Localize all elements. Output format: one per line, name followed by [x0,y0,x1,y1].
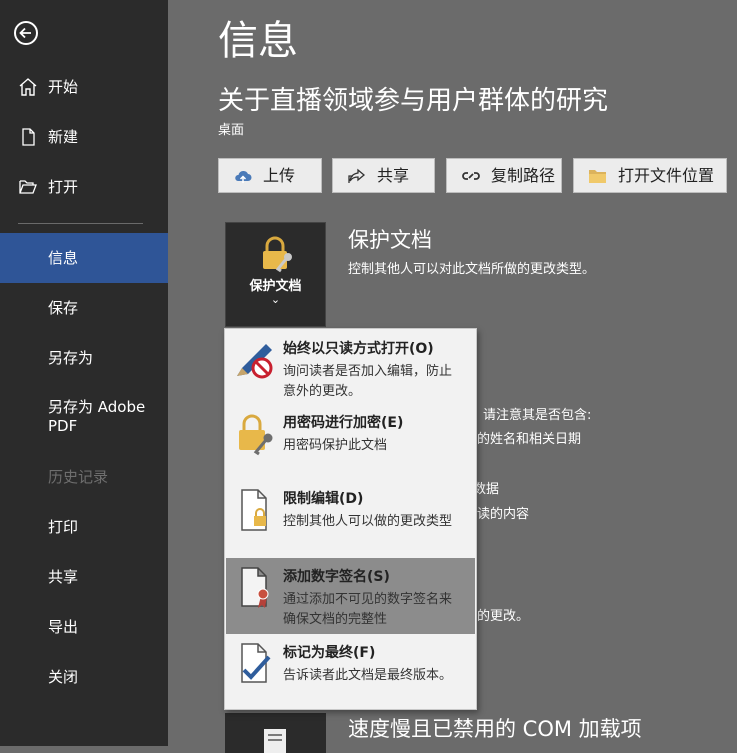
menu-item-desc: 告诉读者此文档是最终版本。 [283,668,453,683]
menu-item-always-open-read-only[interactable]: 始终以只读方式打开(O) 询问读者是否加入编辑，防止意外的更改。 [226,330,475,404]
document-ribbon-icon [241,567,269,608]
document-title: 关于直播领域参与用户群体的研究 [218,86,609,116]
document-check-icon [241,643,271,683]
nav-export-label: 导出 [48,618,79,636]
nav-open-label: 打开 [48,178,79,196]
com-addins-button[interactable] [225,713,326,753]
inspect-note: 请注意其是否包含: [483,408,592,423]
menu-item-desc: 控制其他人可以做的更改类型 [283,514,453,529]
upload-label: 上传 [263,166,296,185]
nav-history: 历史记录 [0,452,168,502]
nav-save-label: 保存 [48,299,79,317]
nav-open[interactable]: 打开 [0,162,168,212]
folder-icon [589,170,606,183]
nav-home-label: 开始 [48,78,79,96]
home-icon [19,78,37,96]
nav-save-as-pdf-label: 另存为 Adobe PDF [48,398,146,435]
menu-item-encrypt-with-password[interactable]: 用密码进行加密(E) 用密码保护此文档 [226,404,475,480]
back-button[interactable] [14,21,38,45]
menu-item-title: 标记为最终(F) [283,645,376,661]
share-button[interactable]: 共享 [332,158,435,193]
copy-path-button[interactable]: 复制路径 [446,158,562,193]
nav-save-as[interactable]: 另存为 [0,333,168,383]
pencil-no-icon [237,344,273,379]
menu-item-restrict-editing[interactable]: 限制编辑(D) 控制其他人可以做的更改类型 [226,480,475,558]
copy-path-label: 复制路径 [491,166,556,185]
folder-open-icon [19,180,37,194]
protect-section-desc: 控制其他人可以对此文档所做的更改类型。 [348,262,596,277]
back-arrow-icon [19,27,31,39]
backstage-sidebar: 开始 新建 打开 信息 保存 另存为 另存为 Adobe PDF 历史记录 打印… [0,0,168,746]
share-icon [348,168,366,183]
protect-document-label: 保护文档 [249,279,302,294]
open-file-location-label: 打开文件位置 [618,166,715,185]
menu-item-mark-as-final[interactable]: 标记为最终(F) 告诉读者此文档是最终版本。 [226,634,475,708]
menu-item-desc: 用密码保护此文档 [283,438,388,453]
nav-save[interactable]: 保存 [0,283,168,333]
nav-close-label: 关闭 [48,668,79,686]
com-addins-title: 速度慢且已禁用的 COM 加载项 [348,717,642,741]
cloud-upload-icon [235,170,252,183]
nav-save-as-pdf[interactable]: 另存为 Adobe PDF [0,391,160,443]
inspect-item-author: 者的姓名和相关日期 [464,432,582,447]
link-icon [462,172,480,180]
chevron-down-icon: ⌄ [270,293,281,306]
share-label: 共享 [377,166,410,185]
nav-share-label: 共享 [48,568,79,586]
nav-info-label: 信息 [48,249,79,267]
protect-document-menu: 始终以只读方式打开(O) 询问读者是否加入编辑，防止意外的更改。 用密码进行加密… [224,328,477,710]
nav-close[interactable]: 关闭 [0,652,168,702]
menu-item-add-digital-signature[interactable]: 添加数字签名(S) 通过添加不可见的数字签名来确保文档的完整性 [226,558,475,634]
page-title: 信息 [218,18,298,64]
menu-item-title: 用密码进行加密(E) [283,415,404,431]
nav-print-label: 打印 [48,518,79,536]
nav-info[interactable]: 信息 [0,233,168,283]
menu-item-desc: 询问读者是否加入编辑，防止意外的更改。 [283,364,453,399]
new-document-icon [22,128,35,146]
protect-section-title: 保护文档 [348,228,432,252]
open-file-location-button[interactable]: 打开文件位置 [573,158,727,193]
lock-key-icon [239,414,273,456]
menu-item-title: 添加数字签名(S) [283,569,390,585]
menu-item-desc: 通过添加不可见的数字签名来确保文档的完整性 [283,592,453,627]
nav-save-as-label: 另存为 [48,349,94,367]
nav-new[interactable]: 新建 [0,112,168,162]
menu-item-title: 始终以只读方式打开(O) [283,341,434,357]
protect-document-button[interactable]: 保护文档 ⌄ [225,222,326,327]
nav-history-label: 历史记录 [48,468,109,486]
checklist-icon [264,729,286,753]
nav-new-label: 新建 [48,128,79,146]
sidebar-divider [18,223,143,224]
nav-export[interactable]: 导出 [0,602,168,652]
document-location: 桌面 [218,123,245,138]
upload-button[interactable]: 上传 [218,158,322,193]
nav-home[interactable]: 开始 [0,62,168,112]
nav-print[interactable]: 打印 [0,502,168,552]
nav-share[interactable]: 共享 [0,552,168,602]
document-lock-icon [241,489,267,531]
menu-item-title: 限制编辑(D) [283,491,364,507]
lock-key-icon [263,236,292,273]
